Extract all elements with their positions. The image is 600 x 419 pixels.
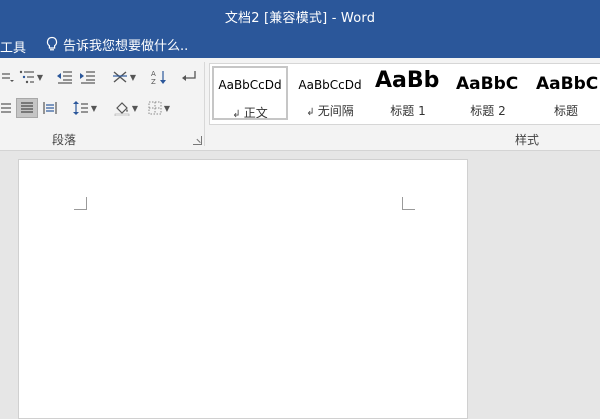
- style-name: 标题 1: [390, 104, 426, 118]
- chevron-down-icon: ▼: [129, 72, 137, 82]
- group-divider: [204, 62, 205, 146]
- chevron-down-icon: ▼: [36, 72, 44, 82]
- ribbon: ▼ ▼ AZ ▼ ▼ ▼ 段落 AaBbCcDd ↲ 正文 AaBbCcDd ↲…: [0, 58, 600, 151]
- ribbon-tab-tools[interactable]: 工具: [0, 37, 26, 56]
- style-no-spacing[interactable]: AaBbCcDd ↲ 无间隔: [292, 66, 368, 120]
- svg-text:Z: Z: [151, 78, 156, 85]
- window-title: 文档2 [兼容模式] - Word: [224, 11, 376, 26]
- chinese-layout-button[interactable]: ▼: [110, 67, 138, 87]
- paragraph-mark-icon: ↲: [306, 107, 315, 118]
- style-preview: AaBbC: [456, 74, 519, 94]
- style-normal[interactable]: AaBbCcDd ↲ 正文: [212, 66, 288, 120]
- chevron-down-icon: ▼: [163, 103, 171, 113]
- sort-button[interactable]: AZ: [150, 67, 168, 87]
- style-heading-1[interactable]: AaBb 标题 1: [370, 66, 446, 120]
- bullets-button[interactable]: [0, 67, 14, 87]
- styles-gallery: AaBbCcDd ↲ 正文 AaBbCcDd ↲ 无间隔 AaBb 标题 1 AaB…: [209, 63, 600, 125]
- document-page[interactable]: [18, 159, 468, 419]
- justify-partial-button[interactable]: [0, 98, 12, 118]
- margin-corner-mark: [402, 197, 415, 210]
- paragraph-group-label: 段落: [52, 133, 77, 147]
- style-title[interactable]: AaBbC 标题: [528, 66, 600, 120]
- style-heading-2[interactable]: AaBbC 标题 2: [450, 66, 526, 120]
- style-name: ↲ 正文: [232, 106, 268, 120]
- shading-button[interactable]: ▼: [112, 98, 140, 118]
- margin-corner-mark: [74, 197, 87, 210]
- svg-text:A: A: [151, 70, 156, 78]
- distributed-align-button[interactable]: [41, 98, 59, 118]
- style-preview: AaBbC: [536, 74, 599, 94]
- lightbulb-icon: [44, 36, 60, 52]
- decrease-indent-button[interactable]: [56, 67, 74, 87]
- style-name: 标题 2: [470, 104, 506, 118]
- style-preview: AaBb: [375, 68, 440, 93]
- borders-button[interactable]: ▼: [144, 98, 174, 118]
- increase-indent-button[interactable]: [79, 67, 97, 87]
- chevron-down-icon: ▼: [131, 103, 139, 113]
- multilevel-list-button[interactable]: ▼: [17, 67, 45, 87]
- style-preview: AaBbCcDd: [218, 78, 282, 92]
- style-preview: AaBbCcDd: [298, 78, 362, 92]
- style-name: ↲ 无间隔: [306, 104, 354, 118]
- style-name: 标题: [553, 104, 578, 118]
- paragraph-mark-icon: ↲: [232, 109, 241, 120]
- title-bar: 文档2 [兼容模式] - Word 工具 告诉我您想要做什么..: [0, 0, 600, 58]
- justify-button[interactable]: [16, 98, 38, 118]
- show-formatting-marks-button[interactable]: [180, 67, 198, 87]
- styles-group-label: 样式: [515, 133, 540, 147]
- tell-me-placeholder: 告诉我您想要做什么..: [63, 38, 189, 54]
- tell-me-search[interactable]: 告诉我您想要做什么..: [44, 35, 189, 54]
- line-spacing-button[interactable]: ▼: [71, 98, 99, 118]
- chevron-down-icon: ▼: [90, 103, 98, 113]
- paragraph-dialog-launcher-icon[interactable]: [193, 136, 202, 145]
- document-workspace: [0, 151, 600, 419]
